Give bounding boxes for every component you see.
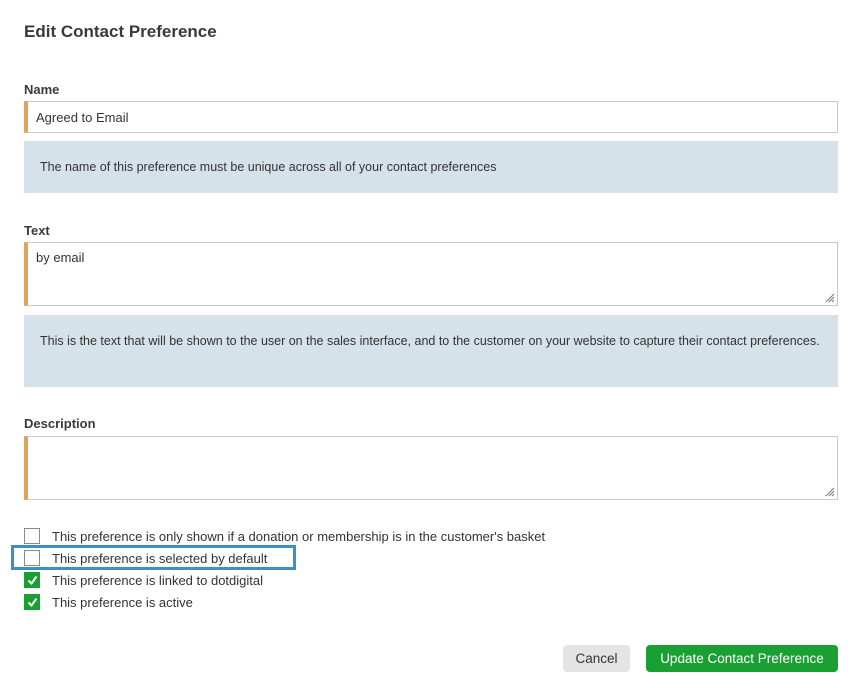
cancel-button[interactable]: Cancel [563, 645, 630, 672]
text-label: Text [24, 223, 50, 238]
checkbox-label: This preference is selected by default [52, 550, 268, 566]
checkbox-row-linked-dotdigital[interactable]: This preference is linked to dotdigital [24, 571, 263, 589]
checkbox-active[interactable] [24, 594, 40, 610]
name-help-text: The name of this preference must be uniq… [24, 141, 838, 193]
name-label: Name [24, 82, 60, 97]
checkbox-row-selected-default[interactable]: This preference is selected by default [24, 549, 267, 567]
checkbox-basket-only[interactable] [24, 528, 40, 544]
checkmark-icon [27, 597, 37, 607]
text-textarea-value: by email [36, 250, 85, 265]
checkbox-label: This preference is linked to dotdigital [52, 572, 264, 588]
checkbox-row-basket-only[interactable]: This preference is only shown if a donat… [24, 527, 545, 545]
text-textarea[interactable]: by email [24, 242, 838, 306]
text-help-text: This is the text that will be shown to t… [24, 315, 838, 387]
checkbox-row-active[interactable]: This preference is active [24, 593, 193, 611]
checkbox-label: This preference is active [52, 594, 193, 610]
description-label: Description [24, 416, 96, 431]
resize-grip-icon[interactable] [823, 291, 835, 303]
page-title: Edit Contact Preference [24, 22, 217, 41]
checkbox-selected-default[interactable] [24, 550, 40, 566]
update-contact-preference-button[interactable]: Update Contact Preference [646, 645, 838, 672]
description-textarea[interactable] [24, 436, 838, 500]
resize-grip-icon[interactable] [823, 485, 835, 497]
checkbox-label: This preference is only shown if a donat… [52, 528, 546, 544]
checkbox-linked-dotdigital[interactable] [24, 572, 40, 588]
checkmark-icon [27, 575, 37, 585]
name-input[interactable] [24, 101, 838, 133]
